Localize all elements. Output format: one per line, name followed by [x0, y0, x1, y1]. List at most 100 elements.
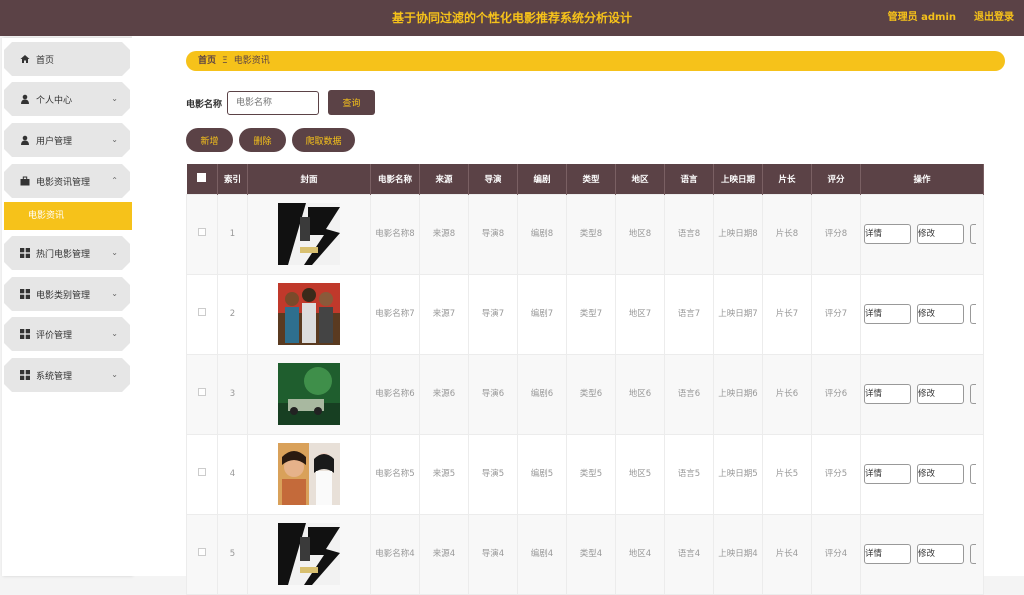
home-icon — [20, 54, 30, 64]
sidebar-item-users[interactable]: 用户管理 ⌄ — [4, 123, 130, 157]
detail-button[interactable]: 详情 — [864, 544, 911, 564]
cell-length: 片长7 — [762, 273, 812, 355]
cell-name: 电影名称5 — [370, 433, 420, 515]
column-header: 片长 — [762, 164, 812, 194]
detail-button[interactable]: 详情 — [864, 304, 911, 324]
cell-region: 地区5 — [615, 433, 665, 515]
sidebar-item-label: 系统管理 — [36, 371, 73, 382]
table-row: 1 电影名称8 来源8 导演8 编剧8 类型8 地区8 语言8 上映日期8 片长… — [186, 193, 984, 275]
chevron-down-icon: ⌄ — [111, 329, 118, 338]
sidebar-item-label: 评价管理 — [36, 330, 73, 341]
cell-region: 地区4 — [615, 513, 665, 595]
top-bar: 基于协同过滤的个性化电影推荐系统分析设计 管理员 admin 退出登录 — [0, 0, 1024, 36]
sidebar-item-label: 电影资讯管理 — [36, 177, 91, 188]
sidebar-item-movie-news[interactable]: 电影资讯管理 ⌃ — [4, 164, 130, 198]
admin-username: 管理员 admin — [887, 12, 956, 23]
detail-button[interactable]: 详情 — [864, 224, 911, 244]
cell-type: 类型5 — [566, 433, 616, 515]
edit-button[interactable]: 修改 — [917, 304, 964, 324]
cell-name: 电影名称4 — [370, 513, 420, 595]
cell-language: 语言8 — [664, 193, 714, 275]
cell-rating: 评分7 — [811, 273, 861, 355]
query-button[interactable]: 查询 — [328, 90, 375, 115]
cell-actions: 详情 修改 — [860, 193, 984, 275]
cell-source: 来源7 — [419, 273, 469, 355]
sidebar-item-label: 首页 — [36, 55, 55, 66]
sidebar-item-home[interactable]: 首页 — [4, 42, 130, 76]
delete-row-button[interactable] — [970, 304, 976, 324]
sidebar-item-profile[interactable]: 个人中心 ⌄ — [4, 82, 130, 116]
search-input[interactable] — [227, 91, 319, 115]
delete-row-button[interactable] — [970, 384, 976, 404]
sidebar-subitem-movie-news[interactable]: 电影资讯 — [4, 202, 132, 230]
delete-row-button[interactable] — [970, 464, 976, 484]
search-label: 电影名称 — [186, 100, 223, 110]
cell-language: 语言4 — [664, 513, 714, 595]
sidebar-item-label: 个人中心 — [36, 95, 73, 106]
column-header: 编剧 — [517, 164, 567, 194]
column-header: 索引 — [217, 164, 248, 194]
chevron-up-icon: ⌃ — [111, 176, 118, 185]
cell-writer: 编剧4 — [517, 513, 567, 595]
sidebar-item-system[interactable]: 系统管理 ⌄ — [4, 358, 130, 392]
cell-region: 地区8 — [615, 193, 665, 275]
movie-poster — [278, 443, 340, 505]
sidebar-item-label: 用户管理 — [36, 136, 73, 147]
cell-writer: 编剧8 — [517, 193, 567, 275]
cell-cover — [247, 513, 371, 595]
chevron-down-icon: ⌄ — [111, 370, 118, 379]
breadcrumb: 首页 Ξ 电影资讯 — [186, 51, 1005, 71]
cell-rating: 评分5 — [811, 433, 861, 515]
breadcrumb-home[interactable]: 首页 — [198, 56, 216, 66]
movie-poster — [278, 283, 340, 345]
sidebar-item-movie-category[interactable]: 电影类别管理 ⌄ — [4, 277, 130, 311]
briefcase-icon — [20, 176, 30, 186]
add-button[interactable]: 新增 — [186, 128, 233, 152]
row-checkbox[interactable] — [186, 513, 218, 595]
cell-cover — [247, 193, 371, 275]
movie-poster — [278, 363, 340, 425]
cell-index: 3 — [217, 353, 248, 435]
cell-writer: 编剧6 — [517, 353, 567, 435]
crawl-data-button[interactable]: 爬取数据 — [292, 128, 355, 152]
sidebar-item-reviews[interactable]: 评价管理 ⌄ — [4, 317, 130, 351]
edit-button[interactable]: 修改 — [917, 224, 964, 244]
cell-director: 导演5 — [468, 433, 518, 515]
row-checkbox[interactable] — [186, 273, 218, 355]
cell-cover — [247, 433, 371, 515]
detail-button[interactable]: 详情 — [864, 384, 911, 404]
cell-index: 1 — [217, 193, 248, 275]
cell-name: 电影名称8 — [370, 193, 420, 275]
edit-button[interactable]: 修改 — [917, 544, 964, 564]
sidebar-item-hot-movies[interactable]: 热门电影管理 ⌄ — [4, 236, 130, 270]
row-checkbox[interactable] — [186, 433, 218, 515]
edit-button[interactable]: 修改 — [917, 384, 964, 404]
cell-length: 片长5 — [762, 433, 812, 515]
row-checkbox[interactable] — [186, 353, 218, 435]
cell-source: 来源4 — [419, 513, 469, 595]
column-header: 封面 — [247, 164, 371, 194]
breadcrumb-current: 电影资讯 — [233, 56, 270, 66]
delete-row-button[interactable] — [970, 544, 976, 564]
cell-source: 来源5 — [419, 433, 469, 515]
cell-rating: 评分6 — [811, 353, 861, 435]
logout-link[interactable]: 退出登录 — [974, 0, 1014, 36]
cell-director: 导演4 — [468, 513, 518, 595]
main-content: 首页 Ξ 电影资讯 电影名称 查询 新增 删除 爬取数据 索引 封面 电影名称 来源… — [132, 36, 1024, 595]
cell-rating: 评分8 — [811, 193, 861, 275]
delete-button[interactable]: 删除 — [239, 128, 286, 152]
cell-source: 来源8 — [419, 193, 469, 275]
cell-director: 导演8 — [468, 193, 518, 275]
grid-icon — [20, 248, 30, 258]
cell-release: 上映日期8 — [713, 193, 763, 275]
column-header: 来源 — [419, 164, 469, 194]
cell-actions: 详情 修改 — [860, 353, 984, 435]
app-title: 基于协同过滤的个性化电影推荐系统分析设计 — [391, 11, 632, 25]
edit-button[interactable]: 修改 — [917, 464, 964, 484]
select-all-checkbox[interactable] — [186, 164, 218, 194]
user-icon — [20, 94, 30, 104]
row-checkbox[interactable] — [186, 193, 218, 275]
delete-row-button[interactable] — [970, 224, 976, 244]
detail-button[interactable]: 详情 — [864, 464, 911, 484]
cell-source: 来源6 — [419, 353, 469, 435]
